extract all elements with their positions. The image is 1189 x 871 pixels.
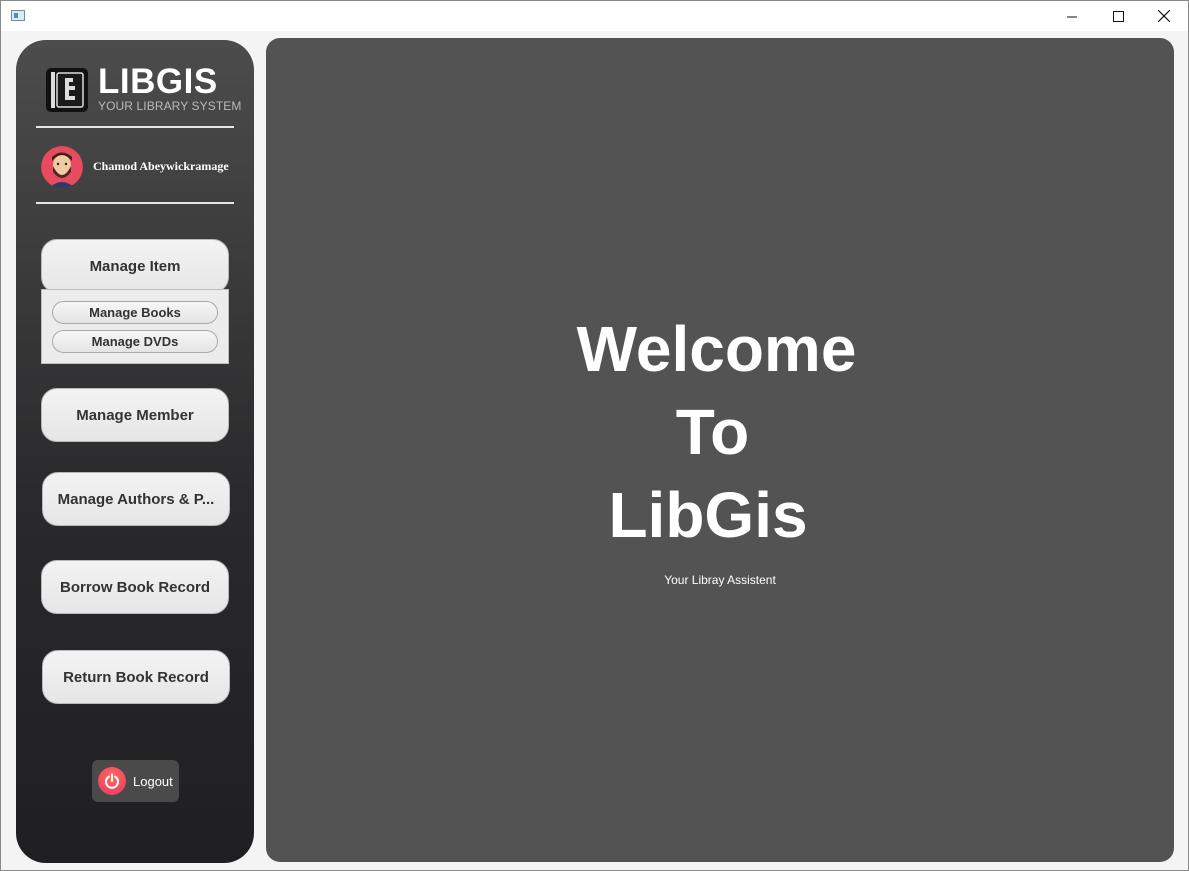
manage-member-button[interactable]: Manage Member	[41, 388, 229, 442]
logout-button[interactable]: Logout	[92, 760, 179, 802]
manage-authors-button[interactable]: Manage Authors & P...	[42, 472, 230, 526]
maximize-icon	[1112, 10, 1124, 22]
return-book-record-button[interactable]: Return Book Record	[42, 650, 230, 704]
close-icon	[1158, 10, 1170, 22]
divider	[36, 126, 234, 128]
maximize-button[interactable]	[1095, 1, 1141, 31]
divider	[36, 202, 234, 204]
brand-subtitle: YOUR LIBRARY SYSTEM	[98, 99, 242, 113]
logout-label: Logout	[133, 773, 173, 789]
borrow-book-record-button[interactable]: Borrow Book Record	[41, 560, 229, 614]
app-icon	[11, 10, 25, 21]
sidebar: LIBGIS YOUR LIBRARY SYSTEM Chamod Abeywi…	[16, 40, 254, 863]
title-bar	[1, 1, 1188, 31]
welcome-line: LibGis	[608, 479, 808, 551]
main-panel: Welcome To LibGis Your Libray Assistent	[266, 38, 1174, 862]
welcome-heading: Welcome To LibGis	[266, 308, 1174, 557]
welcome-line: Welcome	[576, 313, 857, 385]
tagline: Your Libray Assistent	[664, 573, 776, 587]
manage-books-button[interactable]: Manage Books	[52, 301, 218, 324]
avatar	[41, 146, 83, 188]
minimize-button[interactable]	[1049, 1, 1095, 31]
manage-item-button[interactable]: Manage Item	[41, 239, 229, 293]
user-name: Chamod Abeywickramage	[93, 159, 229, 173]
app-window: LIBGIS YOUR LIBRARY SYSTEM Chamod Abeywi…	[0, 0, 1189, 871]
manage-item-submenu: Manage Books Manage DVDs	[41, 289, 229, 364]
power-icon	[98, 767, 126, 795]
manage-dvds-button[interactable]: Manage DVDs	[52, 330, 218, 353]
library-logo-icon	[46, 68, 88, 112]
minimize-icon	[1066, 16, 1077, 17]
welcome-line: To	[675, 396, 750, 468]
close-button[interactable]	[1141, 1, 1187, 31]
brand-title: LIBGIS	[98, 62, 218, 101]
